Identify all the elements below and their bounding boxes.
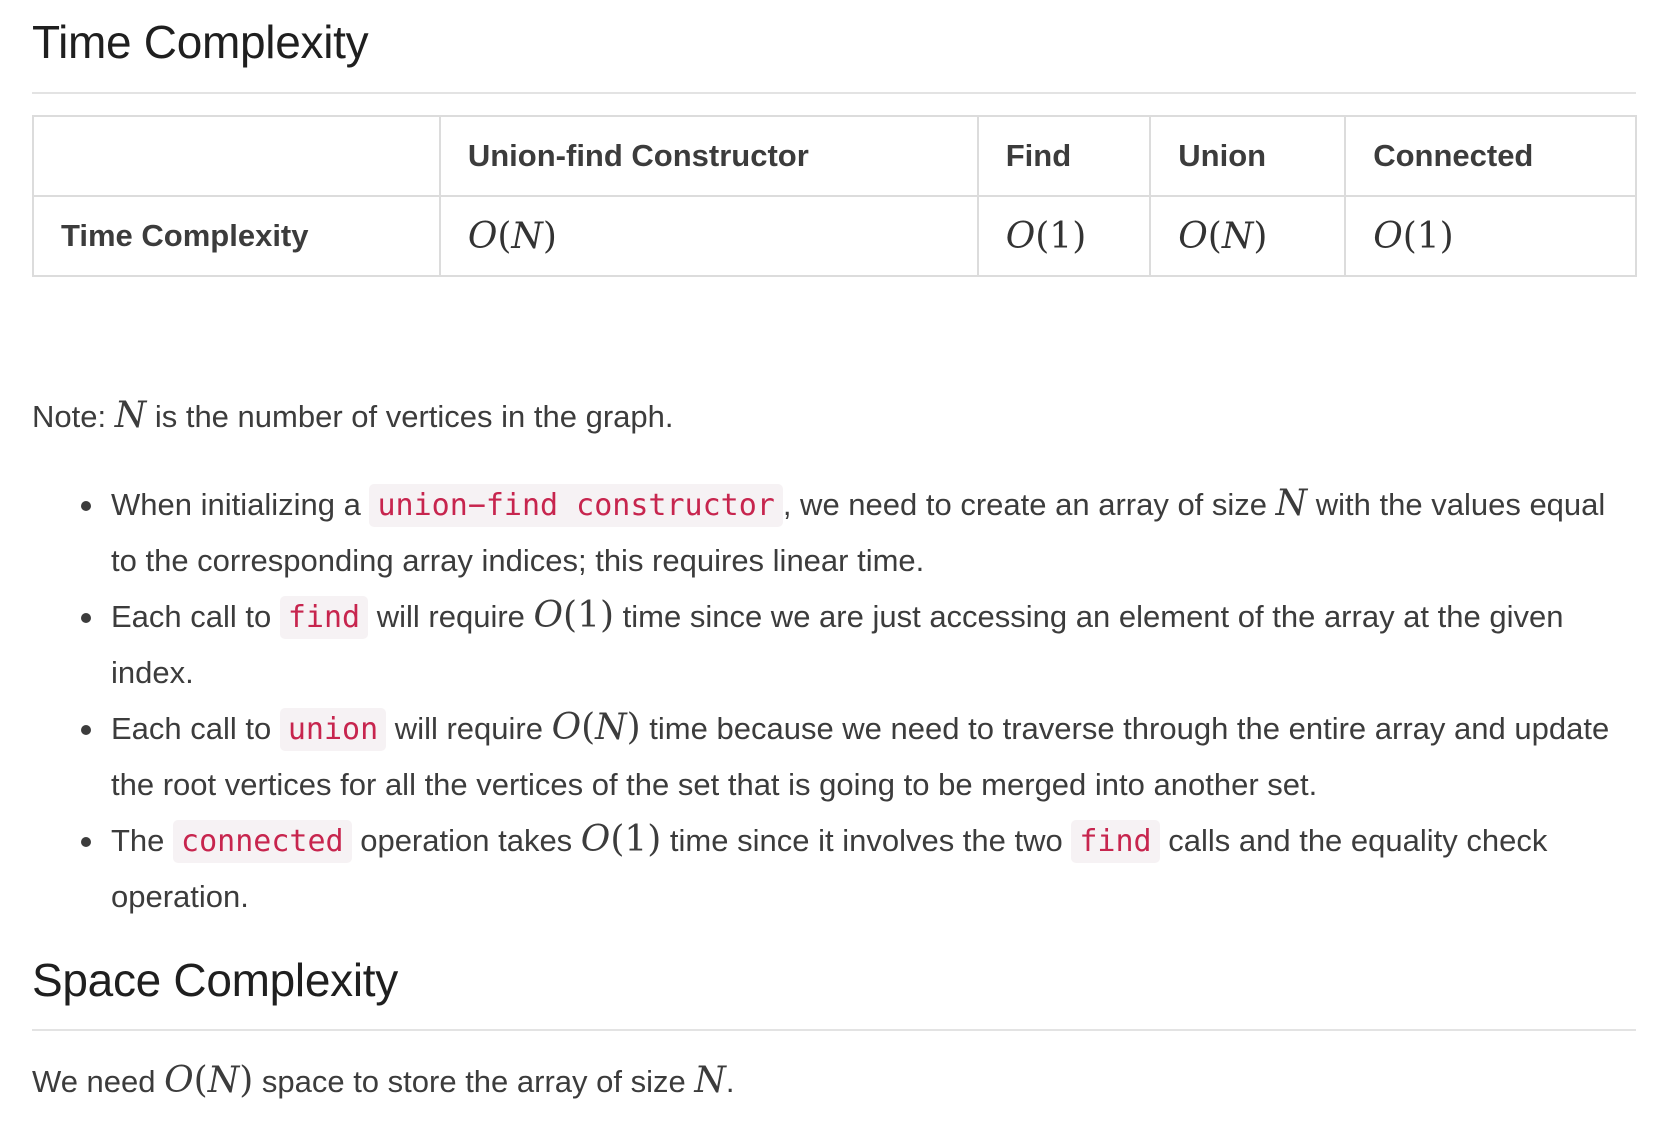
inline-code: find bbox=[1071, 820, 1160, 863]
list-item: Each call to union will require O(N) tim… bbox=[81, 700, 1636, 812]
math-expression: O(1) bbox=[580, 819, 662, 860]
table-header-row: Union-find Constructor Find Union Connec… bbox=[32, 115, 1637, 197]
complexity-table: Union-find Constructor Find Union Connec… bbox=[32, 115, 1637, 277]
list-item: The connected operation takes O(1) time … bbox=[81, 812, 1636, 924]
note-paragraph: Note: N is the number of vertices in the… bbox=[32, 395, 674, 436]
inline-code: connected bbox=[173, 820, 352, 863]
table-header-cell: Find bbox=[976, 115, 1152, 197]
table-header-cell: Connected bbox=[1344, 115, 1637, 197]
table-cell-math: O(1) bbox=[976, 195, 1152, 277]
table-header-cell bbox=[32, 115, 441, 197]
inline-code: find bbox=[279, 596, 369, 639]
table-cell-math: O(N) bbox=[438, 195, 979, 277]
math-variable: N bbox=[694, 1060, 726, 1101]
time-complexity-heading: Time Complexity bbox=[32, 16, 369, 68]
inline-code: union−find constructor bbox=[369, 484, 783, 527]
table-cell-math: O(N) bbox=[1149, 195, 1347, 277]
math-expression: O(1) bbox=[533, 595, 615, 636]
math-variable: N bbox=[1275, 483, 1308, 524]
math-expression: O(N) bbox=[551, 707, 641, 748]
math-variable: N bbox=[114, 395, 147, 436]
table-cell-math: O(1) bbox=[1344, 195, 1637, 277]
space-complexity-heading: Space Complexity bbox=[32, 954, 398, 1006]
table-header-cell: Union bbox=[1149, 115, 1347, 197]
table-header-cell: Union-find Constructor bbox=[438, 115, 979, 197]
inline-code: union bbox=[279, 708, 387, 751]
math-expression: O(N) bbox=[164, 1060, 254, 1101]
space-paragraph: We need O(N) space to store the array of… bbox=[32, 1060, 735, 1101]
list-item: Each call to find will require O(1) time… bbox=[81, 588, 1636, 700]
list-item: When initializing a union−find construct… bbox=[81, 476, 1636, 588]
explanation-list: When initializing a union−find construct… bbox=[32, 476, 1636, 924]
table-row: Time Complexity O(N) O(1) O(N) O(1) bbox=[32, 195, 1637, 277]
heading-divider bbox=[32, 1029, 1636, 1031]
heading-divider bbox=[32, 92, 1636, 94]
table-row-label: Time Complexity bbox=[32, 195, 441, 277]
